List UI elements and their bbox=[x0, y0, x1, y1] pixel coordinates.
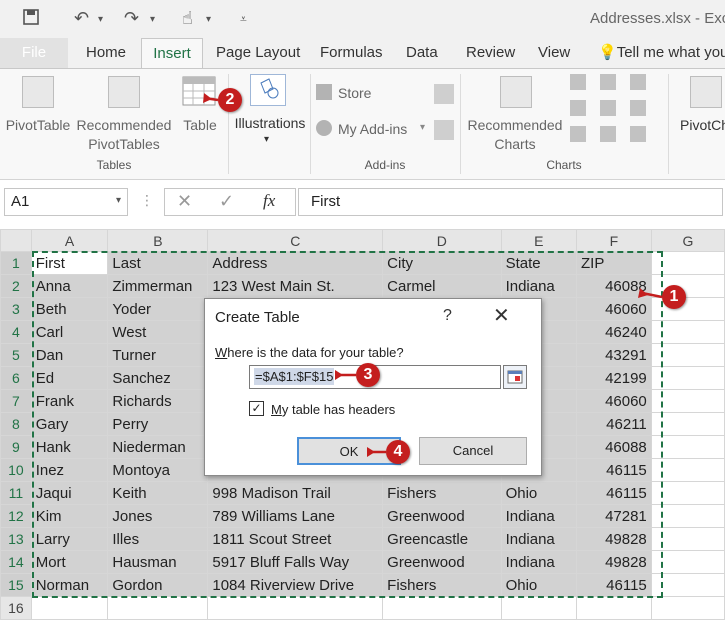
callout-2-arrowhead bbox=[203, 93, 212, 103]
callout-2: 2 bbox=[218, 88, 242, 112]
callout-3: 3 bbox=[356, 363, 380, 387]
callout-1: 1 bbox=[662, 285, 686, 309]
callout-4: 4 bbox=[386, 440, 410, 464]
callout-arrows bbox=[203, 93, 663, 457]
callout-4-arrowhead bbox=[367, 447, 375, 457]
callout-3-arrowhead bbox=[335, 370, 343, 380]
